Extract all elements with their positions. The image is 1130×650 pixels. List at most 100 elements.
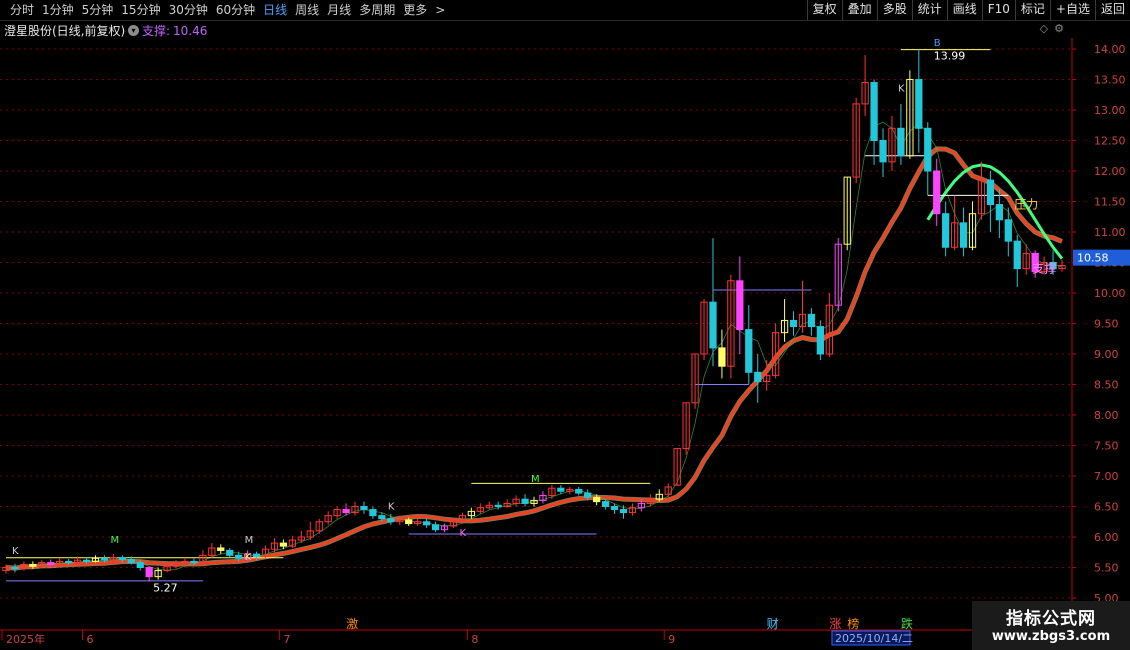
candle-body (789, 319, 798, 328)
y-tick-label: 13.50 (1094, 74, 1126, 87)
period-tab-5[interactable]: 60分钟 (212, 2, 259, 18)
candle-body (82, 559, 91, 562)
candle-body (986, 179, 995, 206)
support-indicator[interactable]: ▾ 支撑: 10.46 (128, 22, 207, 39)
support-curve-label: 支撑 (1032, 261, 1056, 276)
candle-body (387, 518, 395, 523)
period-tab-0[interactable]: 分时 (6, 2, 38, 18)
signal-marker: M (110, 535, 119, 546)
candle-body (217, 547, 225, 551)
candle-body (557, 487, 565, 492)
toolbar-button-4[interactable]: 画线 (946, 0, 982, 20)
period-tab-6[interactable]: 日线 (259, 2, 291, 18)
toolbar-button-6[interactable]: 标记 (1014, 0, 1050, 20)
signal-marker: K (898, 84, 905, 95)
candle-body (252, 553, 261, 558)
diamond-icon[interactable]: ◇ (1040, 22, 1048, 35)
period-tab-8[interactable]: 月线 (323, 2, 355, 18)
candle-body (942, 213, 950, 248)
candle-body (118, 557, 126, 561)
watermark: 指标公式网 www.zbgs3.com (972, 601, 1130, 650)
event-mark: 榜 (847, 616, 859, 631)
candle-body (190, 560, 198, 564)
candle-body (378, 515, 386, 520)
cursor-date-label: 2025/10/14/二 (835, 632, 913, 645)
period-tab-2[interactable]: 5分钟 (78, 2, 118, 18)
x-tick-label: 2025年 (6, 632, 45, 646)
signal-marker: K (459, 528, 466, 539)
candle-body (754, 371, 762, 382)
candle-body (431, 524, 440, 531)
toolbar-button-7[interactable]: +自选 (1049, 0, 1095, 20)
candle-body (342, 509, 350, 514)
more-arrow-icon[interactable]: > (431, 2, 449, 18)
candle-body (575, 488, 583, 494)
toolbar-button-2[interactable]: 多股 (876, 0, 912, 20)
candle-body (127, 559, 135, 564)
support-label: 支撑: (142, 24, 171, 38)
period-tab-4[interactable]: 30分钟 (165, 2, 212, 18)
candle-body (924, 127, 932, 172)
candle-body (521, 498, 529, 504)
stock-name: 澄星股份(日线,前复权) (4, 24, 126, 38)
y-tick-label: 11.50 (1094, 196, 1126, 209)
settings-icon[interactable]: ⚙ (1054, 22, 1064, 35)
candle-body (136, 562, 144, 568)
period-tab-1[interactable]: 1分钟 (38, 2, 78, 18)
event-mark: 涨 (829, 616, 841, 631)
candle-body (360, 506, 368, 511)
pressure-label: 压力 (1014, 198, 1038, 212)
x-tick-label: 6 (87, 633, 94, 646)
period-tab-10[interactable]: 更多 (399, 2, 431, 18)
candle-body (584, 492, 592, 498)
chevron-down-icon[interactable]: ▾ (128, 25, 139, 36)
candle-body (745, 329, 753, 373)
candle-body (145, 567, 153, 578)
candle-body (422, 521, 431, 526)
candle-body (235, 554, 243, 559)
toolbar-button-5[interactable]: F10 (981, 0, 1015, 20)
toolbar-button-0[interactable]: 复权 (806, 0, 842, 20)
candle-body (959, 222, 968, 248)
toolbar-button-3[interactable]: 统计 (911, 0, 947, 20)
candle-body (494, 504, 502, 507)
period-tab-7[interactable]: 周线 (291, 2, 323, 18)
y-tick-label: 7.50 (1094, 440, 1119, 453)
candle-body (736, 280, 744, 331)
toolbar-button-1[interactable]: 叠加 (841, 0, 877, 20)
event-mark: 财 (767, 617, 779, 631)
candle-body (816, 326, 825, 355)
x-tick-label: 7 (283, 633, 290, 646)
signal-marker: K (245, 552, 252, 563)
signal-marker: B (934, 38, 941, 49)
y-tick-label: 5.50 (1094, 562, 1119, 575)
y-tick-label: 6.50 (1094, 501, 1119, 514)
signal-marker: K (12, 546, 19, 557)
candle-body (11, 567, 19, 570)
candle-body (29, 563, 37, 567)
chart-title-bar: 澄星股份(日线,前复权) ▾ 支撑: 10.46 ◇ ⚙ (0, 20, 1072, 38)
y-tick-label: 12.00 (1094, 165, 1126, 178)
tool-buttons: 复权 叠加 多股 统计 画线 F10 标记 +自选 返回 (806, 0, 1130, 20)
candlestick-chart[interactable]: 14.0013.5013.0012.5012.0011.5011.0010.50… (0, 38, 1130, 650)
candle-body (601, 501, 610, 507)
candle-body (593, 496, 601, 503)
event-mark: 激 (346, 617, 358, 631)
candle-body (807, 313, 816, 328)
candle-body (65, 560, 73, 564)
candle-body (995, 204, 1003, 221)
corner-icons: ◇ ⚙ (1040, 22, 1064, 35)
signal-marker: K (388, 502, 395, 513)
y-tick-label: 8.00 (1094, 409, 1119, 422)
low-label: 5.27 (153, 582, 178, 595)
candle-body (610, 506, 619, 511)
toolbar-button-8[interactable]: 返回 (1094, 0, 1130, 20)
candle-body (1013, 240, 1021, 270)
candle-body (100, 557, 109, 561)
y-tick-label: 13.00 (1094, 104, 1126, 117)
period-tab-9[interactable]: 多周期 (355, 2, 399, 18)
candle-body (870, 82, 878, 141)
period-toolbar: 分时 1分钟 5分钟 15分钟 30分钟 60分钟 日线 周线 月线 多周期 更多 > 复权 叠加 多股统… (0, 0, 1130, 21)
period-tab-3[interactable]: 15分钟 (117, 2, 164, 18)
candle-body (405, 519, 413, 525)
